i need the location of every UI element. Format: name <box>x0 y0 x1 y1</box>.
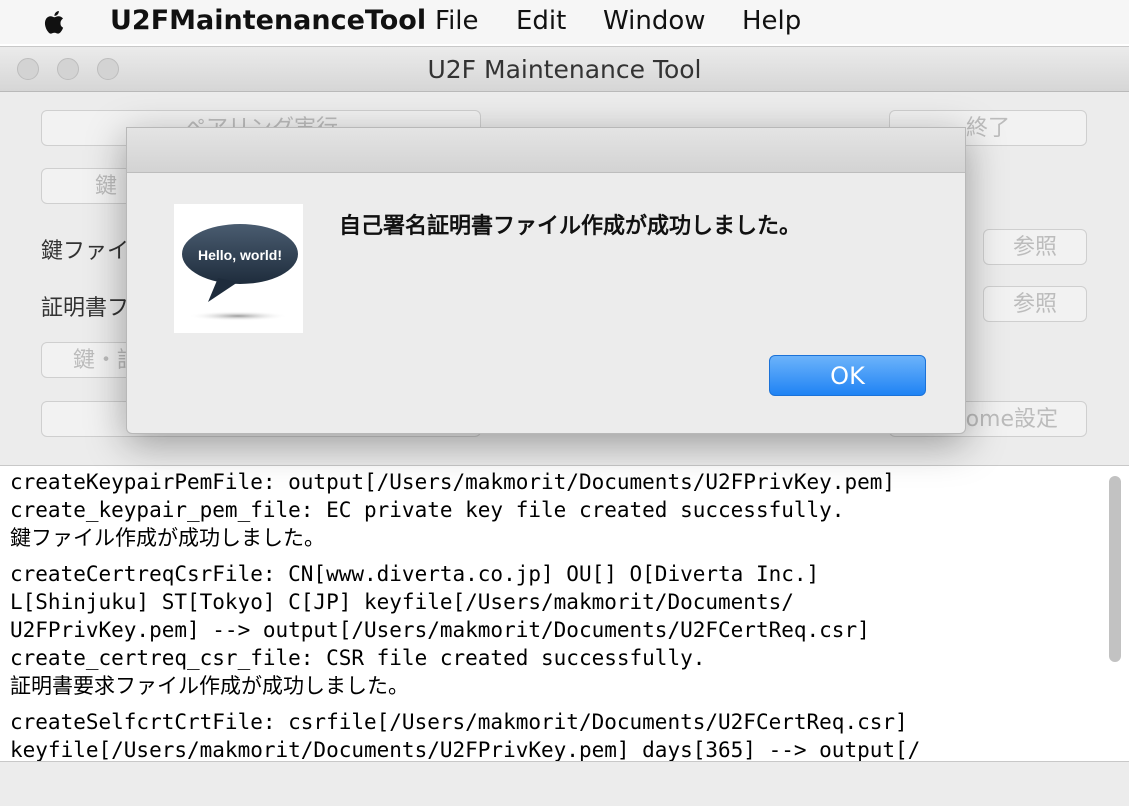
log-entry: createKeypairPemFile: output[/Users/makm… <box>10 468 1100 552</box>
log-textarea[interactable]: createKeypairPemFile: output[/Users/makm… <box>0 465 1129 762</box>
log-line: 証明書要求ファイル作成が成功しました。 <box>10 674 409 698</box>
log-content: createKeypairPemFile: output[/Users/makm… <box>10 468 1100 762</box>
svg-text:Hello, world!: Hello, world! <box>198 247 282 263</box>
menu-window[interactable]: Window <box>603 6 706 36</box>
log-line: keyfile[/Users/makmorit/Documents/U2FPri… <box>10 738 921 762</box>
browse-key-button[interactable]: 参照 <box>983 229 1087 265</box>
key-file-label: 鍵ファイ <box>41 239 130 264</box>
menu-bar: U2FMaintenanceTool File Edit Window Help <box>0 0 1129 44</box>
menu-edit[interactable]: Edit <box>516 6 566 36</box>
menu-app-name[interactable]: U2FMaintenanceTool <box>110 5 426 36</box>
alert-dialog: Hello, world! 自己署名証明書ファイル作成が成功しました。 OK <box>126 127 966 434</box>
log-line: create_keypair_pem_file: EC private key … <box>10 498 845 522</box>
window-title: U2F Maintenance Tool <box>427 55 702 84</box>
title-bar: U2F Maintenance Tool <box>0 47 1129 92</box>
log-line: 鍵ファイル作成が成功しました。 <box>10 526 325 550</box>
log-line: createCertreqCsrFile: CN[www.diverta.co.… <box>10 562 820 586</box>
log-line: createKeypairPemFile: output[/Users/makm… <box>10 470 896 494</box>
log-line: createSelfcrtCrtFile: csrfile[/Users/mak… <box>10 710 908 734</box>
hello-world-icon: Hello, world! <box>174 204 303 333</box>
log-line: create_certreq_csr_file: CSR file create… <box>10 646 706 670</box>
menu-file[interactable]: File <box>435 6 479 36</box>
log-line: L[Shinjuku] ST[Tokyo] C[JP] keyfile[/Use… <box>10 590 794 614</box>
log-entry: createSelfcrtCrtFile: csrfile[/Users/mak… <box>10 708 1100 762</box>
ok-button[interactable]: OK <box>769 355 926 396</box>
log-scrollbar[interactable] <box>1109 476 1121 662</box>
dialog-message: 自己署名証明書ファイル作成が成功しました。 <box>339 214 802 239</box>
log-entry: createCertreqCsrFile: CN[www.diverta.co.… <box>10 560 1100 700</box>
apple-icon[interactable] <box>40 7 70 37</box>
browse-cert-button[interactable]: 参照 <box>983 286 1087 322</box>
menu-help[interactable]: Help <box>742 6 801 36</box>
log-line: U2FPrivKey.pem] --> output[/Users/makmor… <box>10 618 870 642</box>
dialog-header <box>127 128 965 173</box>
cert-file-label: 証明書フ <box>41 296 130 321</box>
